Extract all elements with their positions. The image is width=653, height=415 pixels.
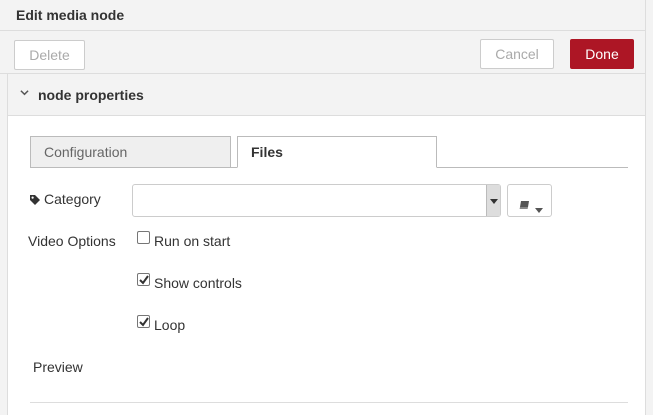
cancel-button[interactable]: Cancel xyxy=(480,39,554,69)
dialog-title: Edit media node xyxy=(16,7,125,23)
loop-label: Loop xyxy=(154,317,186,333)
show-controls-label: Show controls xyxy=(154,275,242,291)
node-properties-header[interactable]: node properties xyxy=(8,74,645,116)
preview-divider xyxy=(30,402,628,403)
run-on-start-checkbox[interactable] xyxy=(137,231,150,244)
tab-files[interactable]: Files xyxy=(237,136,437,168)
show-controls-checkbox[interactable] xyxy=(137,273,150,286)
preview-label: Preview xyxy=(33,359,83,375)
caret-down-icon xyxy=(535,200,543,216)
done-button[interactable]: Done xyxy=(570,39,634,69)
category-label: Category xyxy=(44,191,101,207)
run-on-start-label: Run on start xyxy=(154,233,231,249)
tray-header: Edit media node xyxy=(0,0,645,31)
checkmark-icon xyxy=(138,273,150,289)
chevron-down-icon xyxy=(20,86,29,100)
tag-icon xyxy=(29,193,41,209)
section-title: node properties xyxy=(38,87,144,103)
book-icon xyxy=(519,197,530,213)
delete-button[interactable]: Delete xyxy=(14,40,85,70)
category-select[interactable] xyxy=(132,184,501,217)
right-edge xyxy=(645,0,653,415)
library-button[interactable] xyxy=(507,184,552,217)
tray-toolbar: Delete Cancel Done xyxy=(0,31,645,74)
checkmark-icon xyxy=(138,315,150,331)
loop-checkbox[interactable] xyxy=(137,315,150,328)
tab-configuration[interactable]: Configuration xyxy=(30,136,231,168)
left-gutter xyxy=(0,74,8,415)
video-options-label: Video Options xyxy=(28,233,116,249)
select-arrow-icon xyxy=(486,185,500,216)
